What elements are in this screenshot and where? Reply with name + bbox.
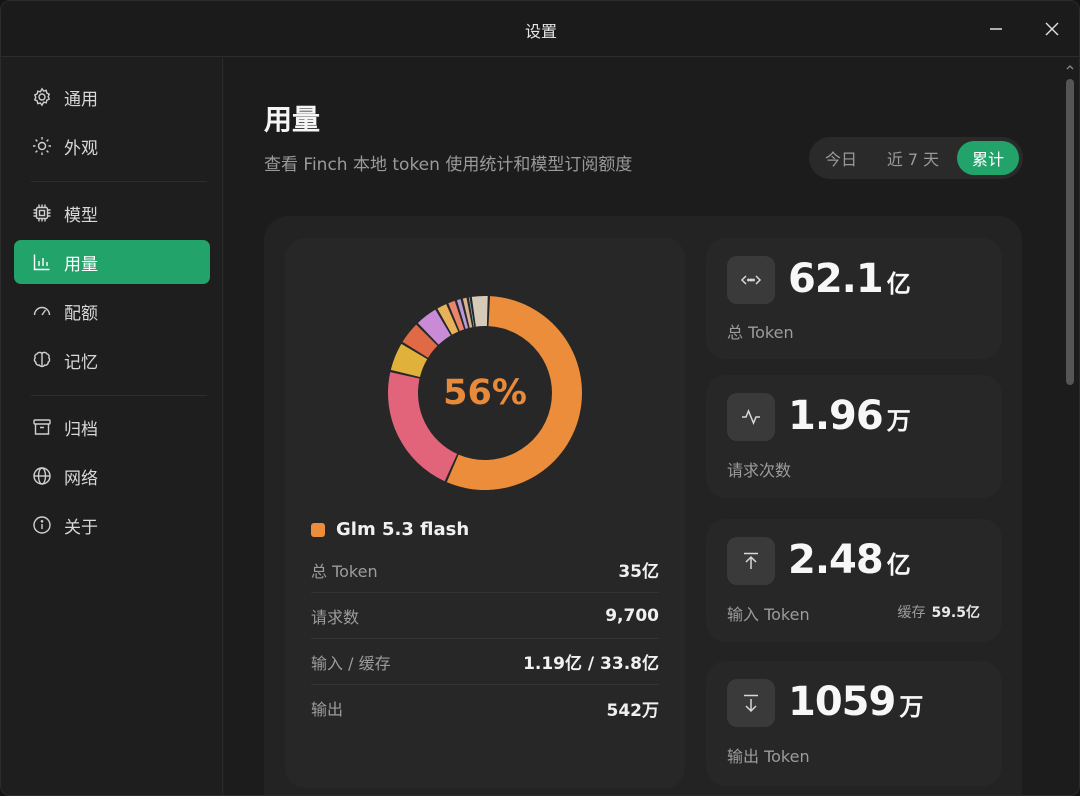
- sidebar-item-label: 网络: [64, 468, 98, 489]
- range-7days-tab[interactable]: 近 7 天: [869, 141, 957, 175]
- kpi-number: 1.96: [788, 393, 884, 439]
- kpi-unit: 亿: [886, 270, 911, 298]
- arrow-down-icon: [727, 679, 775, 727]
- arrow-up-icon: [727, 537, 775, 585]
- kpi-unit: 亿: [886, 551, 911, 579]
- archive-icon: [31, 416, 53, 438]
- kpi-card-output-token: 1059 万 输出 Token: [706, 661, 1002, 786]
- kpi-value: 1.96 万: [788, 393, 911, 439]
- stat-label: 输入 / 缓存: [311, 653, 391, 673]
- gauge-icon: [31, 300, 53, 322]
- kpi-caption: 请求次数: [727, 461, 792, 480]
- model-color-swatch: [311, 522, 325, 537]
- sidebar-item-models[interactable]: 模型: [14, 191, 210, 235]
- range-today-tab[interactable]: 今日: [813, 141, 869, 175]
- sun-icon: [31, 135, 53, 157]
- stat-label: 请求数: [311, 607, 360, 627]
- stat-value: 542万: [606, 700, 660, 721]
- kpi-card-requests: 1.96 万 请求次数: [706, 375, 1002, 498]
- close-button[interactable]: [1038, 15, 1066, 43]
- sidebar-item-quota[interactable]: 配额: [14, 289, 210, 333]
- close-icon: [1045, 22, 1059, 36]
- stat-row-input-cache: 输入 / 缓存 1.19亿 / 33.8亿: [311, 639, 659, 685]
- stat-row-total-token: 总 Token 35亿: [311, 547, 659, 593]
- range-selector: 今日 近 7 天 累计: [809, 137, 1023, 179]
- code-arrows-icon: [727, 256, 775, 304]
- kpi-caption: 输入 Token: [727, 605, 810, 624]
- donut-center-percent: 56%: [443, 373, 527, 413]
- sidebar-item-network[interactable]: 网络: [14, 454, 210, 498]
- main-content: 用量 查看 Finch 本地 token 使用统计和模型订阅额度 今日 近 7 …: [224, 58, 1079, 795]
- kpi-card-total-token: 62.1 亿 总 Token: [706, 238, 1002, 359]
- bar-chart-icon: [31, 251, 53, 273]
- sidebar-item-memory[interactable]: 记忆: [14, 338, 210, 382]
- sidebar-item-general[interactable]: 通用: [14, 75, 210, 119]
- window-title: 设置: [524, 22, 557, 41]
- settings-window: 设置 通用 外观 模型 用量 配额 记忆 归档 网络 关于 用量 查看 Finc…: [0, 0, 1080, 796]
- stat-value: 9,700: [605, 605, 659, 626]
- kpi-number: 62.1: [788, 256, 884, 302]
- sidebar-item-label: 通用: [64, 89, 98, 110]
- sidebar: 通用 外观 模型 用量 配额 记忆 归档 网络 关于: [1, 58, 223, 795]
- page-subtitle: 查看 Finch 本地 token 使用统计和模型订阅额度: [264, 155, 633, 175]
- gear-icon: [31, 86, 53, 108]
- globe-icon: [31, 465, 53, 487]
- model-legend: Glm 5.3 flash: [311, 519, 469, 540]
- sidebar-item-archive[interactable]: 归档: [14, 405, 210, 449]
- activity-icon: [727, 393, 775, 441]
- cache-label: 缓存: [897, 605, 926, 621]
- sidebar-item-usage[interactable]: 用量: [14, 240, 210, 284]
- sidebar-item-label: 模型: [64, 205, 98, 226]
- minimize-icon: [990, 28, 1002, 30]
- page-title: 用量: [264, 103, 321, 136]
- sidebar-item-appearance[interactable]: 外观: [14, 124, 210, 168]
- stat-label: 总 Token: [311, 561, 378, 581]
- range-total-tab[interactable]: 累计: [957, 141, 1019, 175]
- kpi-number: 2.48: [788, 537, 884, 583]
- scrollbar-thumb[interactable]: [1066, 79, 1074, 385]
- cache-value: 59.5亿: [931, 605, 980, 621]
- model-name: Glm 5.3 flash: [336, 519, 470, 540]
- model-usage-card: 56% Glm 5.3 flash 总 Token 35亿 请求数 9,700 …: [285, 238, 685, 788]
- stat-label: 输出: [311, 700, 344, 719]
- kpi-caption: 总 Token: [727, 323, 794, 342]
- kpi-value: 2.48 亿: [788, 537, 911, 583]
- sidebar-item-label: 用量: [64, 254, 98, 275]
- sidebar-item-label: 配额: [64, 303, 98, 324]
- sidebar-item-about[interactable]: 关于: [14, 503, 210, 547]
- info-icon: [31, 514, 53, 536]
- title-bar: 设置: [1, 1, 1079, 57]
- stat-value: 1.19亿 / 33.8亿: [523, 654, 659, 674]
- sidebar-item-label: 归档: [64, 419, 98, 440]
- minimize-button[interactable]: [982, 15, 1010, 43]
- kpi-number: 1059: [788, 679, 896, 725]
- sidebar-item-label: 关于: [64, 517, 98, 538]
- sidebar-divider: [31, 181, 207, 182]
- kpi-cache-info: 缓存 59.5亿: [897, 602, 980, 622]
- donut-chart: 56%: [385, 293, 585, 493]
- stat-row-output: 输出 542万: [311, 685, 659, 731]
- kpi-caption: 输出 Token: [727, 747, 810, 766]
- brain-icon: [31, 349, 53, 371]
- kpi-value: 1059 万: [788, 679, 923, 725]
- kpi-unit: 万: [886, 407, 911, 435]
- kpi-card-input-token: 2.48 亿 输入 Token 缓存 59.5亿: [706, 519, 1002, 642]
- chip-icon: [31, 202, 53, 224]
- sidebar-item-label: 记忆: [64, 352, 98, 373]
- stat-row-requests: 请求数 9,700: [311, 593, 659, 639]
- sidebar-item-label: 外观: [64, 138, 98, 159]
- kpi-unit: 万: [899, 693, 923, 721]
- kpi-value: 62.1 亿: [788, 256, 911, 302]
- scroll-up-icon[interactable]: [1064, 61, 1076, 73]
- sidebar-divider: [31, 395, 207, 396]
- stat-value: 35亿: [618, 562, 659, 582]
